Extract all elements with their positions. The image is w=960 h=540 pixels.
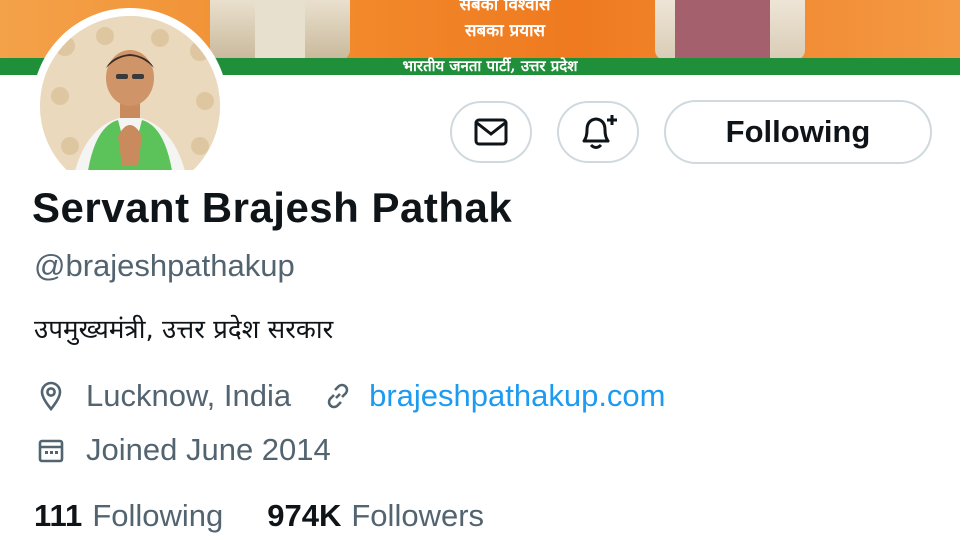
banner-slogan-line-2: सबका प्रयास [464,21,545,41]
calendar-icon [34,433,68,467]
display-name: Servant Brajesh Pathak [32,184,513,231]
website-link[interactable]: brajeshpathakup.com [369,378,665,414]
following-button[interactable]: Following [664,100,932,164]
banner-slogan-line-1: सबका विश्वास [459,0,551,15]
notify-button[interactable] [557,101,639,163]
followers-stat[interactable]: 974K Followers [267,498,484,534]
banner-figure-right [655,0,805,60]
following-stat[interactable]: 111 Following [34,498,223,534]
following-label: Following [92,498,224,533]
avatar[interactable] [32,8,232,170]
following-count: 111 [34,498,83,533]
banner-party-line: भारतीय जनता पार्टी, उत्तर प्रदेश [402,57,578,75]
location-pin-icon [34,379,68,413]
joined-date: Joined June 2014 [86,432,331,467]
envelope-icon [474,118,508,146]
location-text: Lucknow, India [86,378,292,413]
bio: उपमुख्यमंत्री, उत्तर प्रदेश सरकार [34,315,334,345]
follow-stats: 111 Following 974K Followers [34,498,484,534]
user-handle: @brajeshpathakup [34,248,295,283]
avatar-wrapper [0,0,240,170]
followers-count: 974K [267,498,342,533]
bell-plus-icon [582,115,617,149]
followers-label: Followers [351,498,485,533]
message-button[interactable] [450,101,532,163]
profile-joined-row: Joined June 2014 [34,432,331,468]
link-icon [321,379,355,413]
profile-meta-row: Lucknow, India brajeshpathakup.com [34,378,666,414]
